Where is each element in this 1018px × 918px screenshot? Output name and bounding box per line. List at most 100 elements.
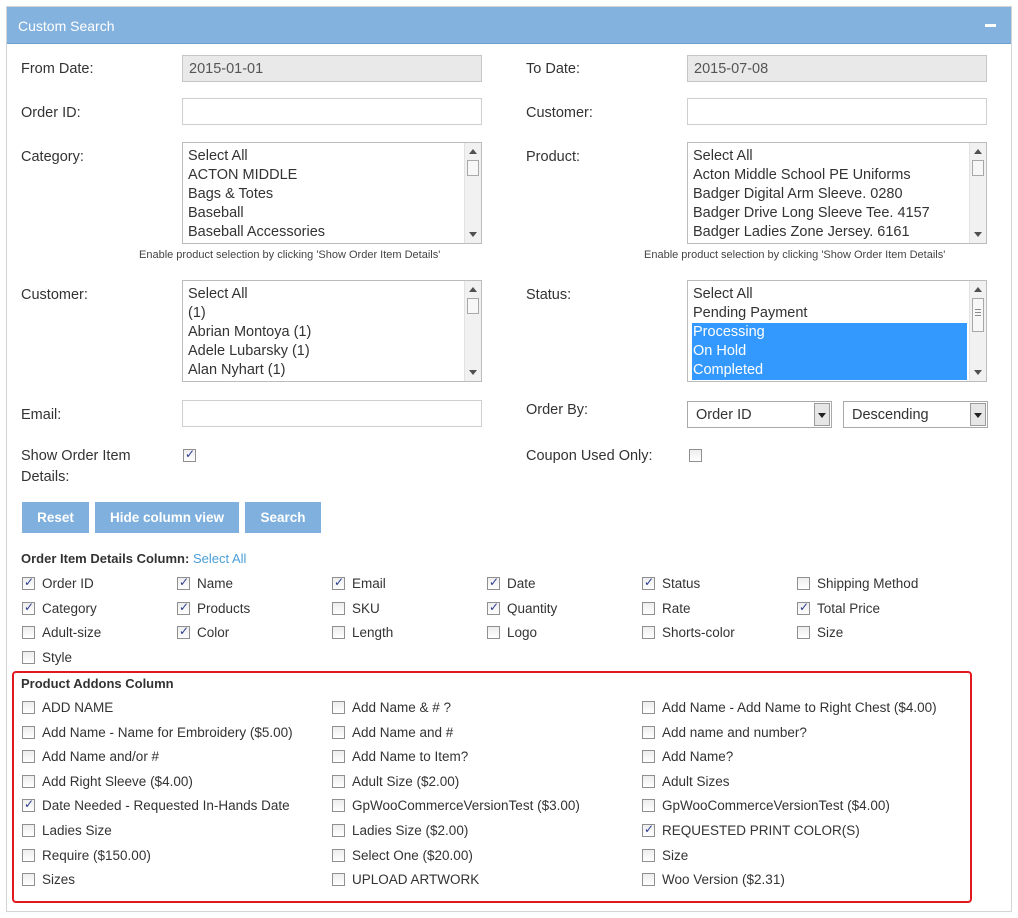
column-checkbox[interactable] (177, 575, 190, 590)
scroll-up-icon[interactable] (469, 149, 477, 154)
column-checkbox[interactable] (642, 725, 655, 739)
column-checkbox[interactable] (332, 873, 345, 887)
product-option[interactable]: Badger Drive Long Sleeve Tee. 4157 (693, 204, 968, 223)
status-listbox[interactable]: Select All Pending Payment Processing On… (687, 280, 987, 382)
order-by-select[interactable]: Order ID (687, 401, 832, 428)
customer-listbox[interactable]: Select All (1) Abrian Montoya (1) Adele … (182, 280, 482, 382)
column-checkbox[interactable] (642, 750, 655, 764)
category-option[interactable]: Select All (188, 147, 463, 166)
column-checkbox[interactable] (332, 750, 345, 764)
scroll-down-icon[interactable] (974, 370, 982, 375)
scroll-thumb[interactable] (972, 298, 984, 332)
category-option[interactable]: ACTON MIDDLE (188, 166, 463, 185)
product-listbox[interactable]: Select All Acton Middle School PE Unifor… (687, 142, 987, 244)
column-checkbox[interactable] (332, 824, 345, 837)
reset-button[interactable]: Reset (22, 502, 89, 533)
customer-field[interactable] (687, 98, 987, 125)
status-option-selected[interactable]: Completed (692, 361, 967, 380)
column-checkbox[interactable] (487, 575, 500, 590)
column-checkbox[interactable] (642, 774, 655, 788)
column-checkbox[interactable] (22, 848, 35, 862)
hide-column-view-button[interactable]: Hide column view (95, 502, 239, 533)
column-checkbox[interactable] (22, 626, 35, 640)
coupon-checkbox[interactable] (689, 449, 702, 462)
column-checkbox[interactable] (797, 577, 810, 590)
from-date-field[interactable]: 2015-01-01 (182, 55, 482, 82)
column-checkbox[interactable] (177, 600, 190, 615)
column-checkbox[interactable] (332, 626, 345, 640)
column-checkbox[interactable] (22, 797, 35, 813)
chevron-down-icon[interactable] (970, 403, 986, 426)
select-all-link[interactable]: Select All (193, 551, 246, 566)
order-direction-select[interactable]: Descending (843, 401, 988, 428)
order-id-field[interactable] (182, 98, 482, 125)
product-option[interactable]: Badger Ladies Zone Jersey. 6161 (693, 223, 968, 242)
product-scrollbar[interactable] (969, 143, 986, 243)
column-checkbox[interactable] (797, 626, 810, 640)
category-scrollbar[interactable] (464, 143, 481, 243)
column-checkbox[interactable] (642, 848, 655, 862)
category-listbox[interactable]: Select All ACTON MIDDLE Bags & Totes Bas… (182, 142, 482, 244)
column-checkbox[interactable] (642, 799, 655, 813)
customer-option[interactable]: Abrian Montoya (1) (188, 323, 463, 342)
customer-scrollbar[interactable] (464, 281, 481, 381)
scroll-thumb[interactable] (467, 160, 479, 176)
search-button[interactable]: Search (245, 502, 321, 533)
column-checkbox[interactable] (22, 873, 35, 887)
category-option[interactable]: Baseball Accessories (188, 223, 463, 242)
column-checkbox[interactable] (332, 725, 345, 739)
scroll-up-icon[interactable] (974, 149, 982, 154)
customer-option[interactable]: Alan Nyhart (1) (188, 361, 463, 380)
product-option[interactable]: Select All (693, 147, 968, 166)
column-checkbox[interactable] (797, 600, 810, 615)
scroll-thumb[interactable] (972, 160, 984, 176)
column-checkbox[interactable] (642, 701, 655, 714)
scroll-up-icon[interactable] (469, 287, 477, 292)
customer-option[interactable]: (1) (188, 304, 463, 323)
column-checkbox[interactable] (642, 626, 655, 640)
collapse-icon[interactable] (983, 15, 999, 31)
column-checkbox[interactable] (22, 774, 35, 788)
scroll-down-icon[interactable] (974, 232, 982, 237)
column-checkbox[interactable] (22, 575, 35, 590)
status-option[interactable]: Select All (693, 285, 968, 304)
column-checkbox[interactable] (22, 650, 35, 664)
column-checkbox[interactable] (332, 799, 345, 813)
column-checkbox[interactable] (332, 701, 345, 714)
show-details-checkbox[interactable] (183, 447, 196, 462)
status-option[interactable]: Pending Payment (693, 304, 968, 323)
customer-option[interactable]: Adele Lubarsky (1) (188, 342, 463, 361)
product-option[interactable]: Acton Middle School PE Uniforms (693, 166, 968, 185)
column-checkbox[interactable] (332, 774, 345, 788)
scroll-down-icon[interactable] (469, 232, 477, 237)
column-checkbox[interactable] (177, 624, 190, 640)
column-checkbox[interactable] (22, 750, 35, 764)
chevron-down-icon[interactable] (814, 403, 830, 426)
column-checkbox[interactable] (642, 822, 655, 837)
column-option-label: Total Price (817, 600, 881, 616)
status-option-selected[interactable]: Processing (692, 323, 967, 342)
category-option[interactable]: Bags & Totes (188, 185, 463, 204)
scroll-up-icon[interactable] (974, 287, 982, 292)
column-checkbox[interactable] (487, 626, 500, 640)
column-checkbox[interactable] (642, 575, 655, 590)
status-option-selected[interactable]: On Hold (692, 342, 967, 361)
to-date-field[interactable]: 2015-07-08 (687, 55, 987, 82)
column-checkbox[interactable] (22, 824, 35, 837)
column-checkbox[interactable] (642, 873, 655, 887)
column-checkbox[interactable] (487, 600, 500, 615)
scroll-down-icon[interactable] (469, 370, 477, 375)
column-checkbox[interactable] (642, 601, 655, 615)
column-checkbox[interactable] (22, 600, 35, 615)
product-option[interactable]: Badger Digital Arm Sleeve. 0280 (693, 185, 968, 204)
email-field[interactable] (182, 400, 482, 427)
column-checkbox[interactable] (22, 725, 35, 739)
customer-option[interactable]: Select All (188, 285, 463, 304)
status-scrollbar[interactable] (969, 281, 986, 381)
category-option[interactable]: Baseball (188, 204, 463, 223)
column-checkbox[interactable] (332, 601, 345, 615)
column-checkbox[interactable] (22, 701, 35, 714)
scroll-thumb[interactable] (467, 298, 479, 314)
column-checkbox[interactable] (332, 848, 345, 862)
column-checkbox[interactable] (332, 575, 345, 590)
